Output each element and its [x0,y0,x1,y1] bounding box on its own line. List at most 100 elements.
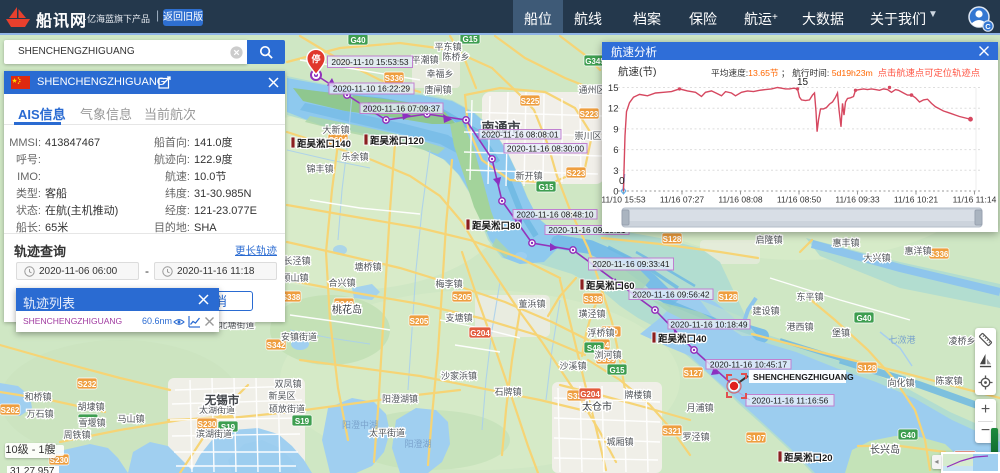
svg-text:凌桥乡: 凌桥乡 [948,335,975,346]
svg-text:S321: S321 [663,427,682,436]
svg-text:牌楼镇: 牌楼镇 [624,389,651,400]
svg-text:11/16 11:14: 11/16 11:14 [953,195,997,205]
svg-text:罗泾镇: 罗泾镇 [682,431,709,442]
svg-text:浏河镇: 浏河镇 [594,349,621,360]
svg-text:15: 15 [608,83,619,94]
svg-text:和桥镇: 和桥镇 [24,391,51,402]
svg-text:S262: S262 [1,406,20,415]
svg-text:停: 停 [311,53,320,64]
svg-text:航速(节): 航速(节) [618,65,657,78]
svg-text:陈家镇: 陈家镇 [935,375,962,386]
svg-text:乐余镇: 乐余镇 [341,151,368,162]
svg-text:距吴淞口120: 距吴淞口120 [370,135,424,147]
svg-text:大兴镇: 大兴镇 [863,252,890,263]
svg-text:锦丰镇: 锦丰镇 [306,163,333,174]
svg-text:2020-11-16 08:30:00: 2020-11-16 08:30:00 [507,143,584,153]
svg-text:S338: S338 [584,295,603,304]
svg-text:9: 9 [613,124,618,135]
svg-text:11/16 09:33: 11/16 09:33 [835,195,880,205]
svg-text:长兴岛: 长兴岛 [870,443,900,456]
svg-text:11/10 15:53: 11/10 15:53 [602,195,646,205]
svg-text:阳澄中湖: 阳澄中湖 [342,419,378,430]
svg-text:S107: S107 [747,434,766,443]
svg-text:惠丰镇: 惠丰镇 [832,237,859,248]
svg-text:11/16 07:27: 11/16 07:27 [660,195,705,205]
svg-text:G204: G204 [580,390,600,399]
svg-text:港西镇: 港西镇 [786,321,813,332]
svg-text:沙家浜镇: 沙家浜镇 [441,370,477,381]
svg-text:G15: G15 [538,183,554,192]
svg-text:平潮镇: 平潮镇 [411,54,438,65]
svg-text:董浜镇: 董浜镇 [518,298,545,309]
svg-text:2020-11-16 09:56:42: 2020-11-16 09:56:42 [632,289,709,299]
svg-text:S342: S342 [267,341,286,350]
svg-text:马山镇: 马山镇 [117,413,144,424]
svg-text:2020-11-10 15:53:53: 2020-11-10 15:53:53 [331,57,408,67]
svg-text:11/16 10:21: 11/16 10:21 [894,195,939,205]
svg-text:向化镇: 向化镇 [887,377,914,388]
svg-text:2020-11-16 07:09:37: 2020-11-16 07:09:37 [363,103,440,113]
svg-text:S223: S223 [567,169,586,178]
svg-text:S127: S127 [684,369,703,378]
svg-text:G15: G15 [462,35,478,44]
svg-text:崇川区: 崇川区 [574,131,601,141]
svg-text:G15: G15 [609,366,625,375]
svg-text:C: C [985,22,991,31]
svg-text:平东镇: 平东镇 [434,41,461,52]
svg-text:大新镇: 大新镇 [322,124,349,135]
svg-text:2020-11-16 08:48:10: 2020-11-16 08:48:10 [516,209,593,219]
svg-text:距吴淞口140: 距吴淞口140 [297,138,351,150]
svg-text:6: 6 [613,145,618,156]
svg-text:阳澄湖镇: 阳澄湖镇 [382,393,418,404]
svg-text:七滧港: 七滧港 [888,334,915,345]
svg-text:距吴淞口40: 距吴淞口40 [658,333,707,345]
svg-text:2020-11-16 10:45:17: 2020-11-16 10:45:17 [710,359,787,369]
svg-text:石牌镇: 石牌镇 [494,386,521,397]
svg-text:2020-11-10 16:22:29: 2020-11-10 16:22:29 [333,84,410,94]
svg-text:G40: G40 [856,314,872,323]
svg-text:11/16 08:08: 11/16 08:08 [718,195,763,205]
svg-text:硕放街道: 硕放街道 [269,403,305,414]
svg-text:新开镇: 新开镇 [515,170,542,181]
svg-text:S205: S205 [453,293,472,302]
svg-text:SHENCHENGZHIGUANG: SHENCHENGZHIGUANG [753,372,854,382]
svg-text:城厢镇: 城厢镇 [606,436,633,447]
svg-text:顾山镇: 顾山镇 [281,272,308,283]
svg-text:S128: S128 [663,235,682,244]
svg-text:陈桥乡: 陈桥乡 [442,51,469,62]
svg-text:长泾镇: 长泾镇 [283,255,310,266]
svg-text:璜泾镇: 璜泾镇 [578,308,605,319]
svg-text:距吴淞口60: 距吴淞口60 [586,280,635,292]
svg-text:S336: S336 [930,250,949,259]
svg-text:启隆镇: 启隆镇 [755,234,782,245]
svg-text:S225: S225 [521,97,540,106]
svg-text:点击航速点可定位轨迹点: 点击航速点可定位轨迹点 [878,67,980,78]
svg-text:S19: S19 [295,417,310,426]
svg-text:平均速度:13.65节 ； 航行时间: 5d19h23m: 平均速度:13.65节 ； 航行时间: 5d19h23m [711,67,873,78]
svg-text:建设镇: 建设镇 [752,305,779,316]
svg-text:S223: S223 [580,110,599,119]
svg-text:东平镇: 东平镇 [796,291,823,302]
svg-text:梅李镇: 梅李镇 [435,278,462,289]
svg-text:幸福乡: 幸福乡 [426,68,453,79]
svg-text:阳澄湖: 阳澄湖 [404,438,431,449]
svg-text:周铁镇: 周铁镇 [63,429,90,440]
svg-text:塘桥镇: 塘桥镇 [354,261,381,272]
svg-text:胡埭镇: 胡埭镇 [77,401,104,412]
svg-text:浮桥镇: 浮桥镇 [587,327,614,338]
svg-text:太仓市: 太仓市 [582,400,612,413]
svg-text:12: 12 [608,104,619,115]
svg-text:S230: S230 [198,420,217,429]
svg-text:万石镇: 万石镇 [26,408,53,419]
svg-text:11/16 08:50: 11/16 08:50 [777,195,822,205]
svg-text:双凤镇: 双凤镇 [274,378,301,389]
svg-text:距吴淞口20: 距吴淞口20 [784,452,833,464]
svg-text:合兴镇: 合兴镇 [328,277,355,288]
svg-text:S336: S336 [385,74,404,83]
svg-text:惠洋镇: 惠洋镇 [904,245,931,256]
svg-text:S128: S128 [858,364,877,373]
svg-text:支塘镇: 支塘镇 [445,312,472,323]
svg-text:G40: G40 [900,431,916,440]
svg-text:堡镇: 堡镇 [832,327,850,338]
svg-text:无锡市: 无锡市 [204,393,240,407]
